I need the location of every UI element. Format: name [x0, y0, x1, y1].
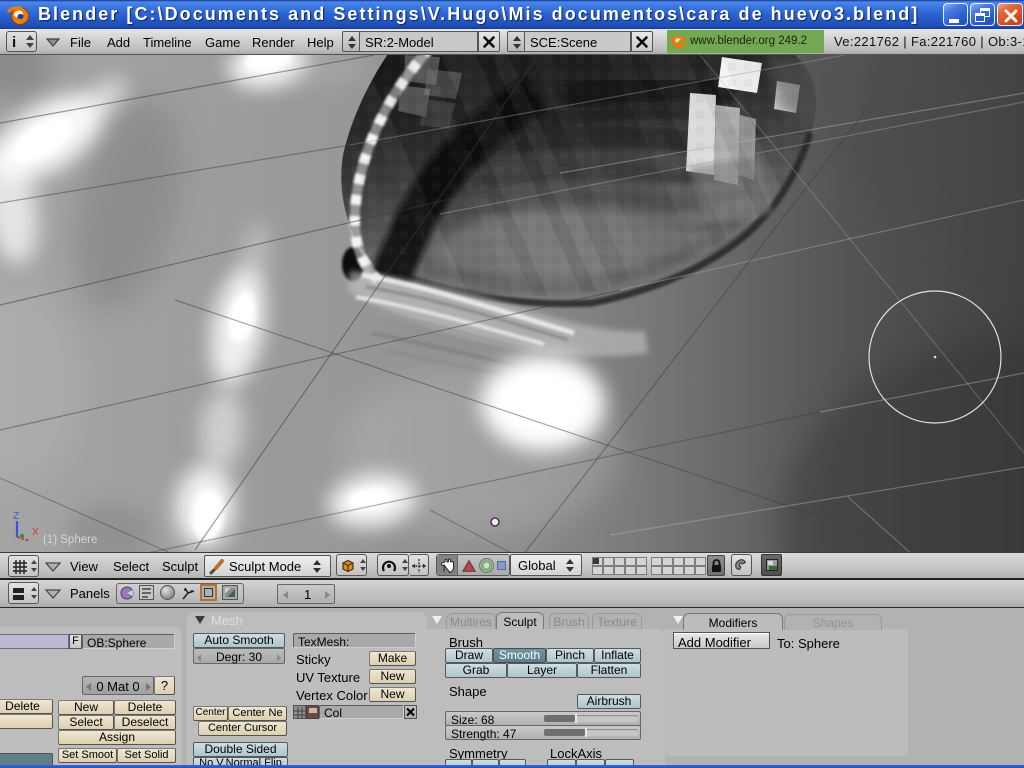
svg-text:(1) Sphere: (1) Sphere [43, 534, 97, 546]
svg-text:X: X [32, 527, 39, 538]
svg-text:Z: Z [13, 511, 19, 522]
